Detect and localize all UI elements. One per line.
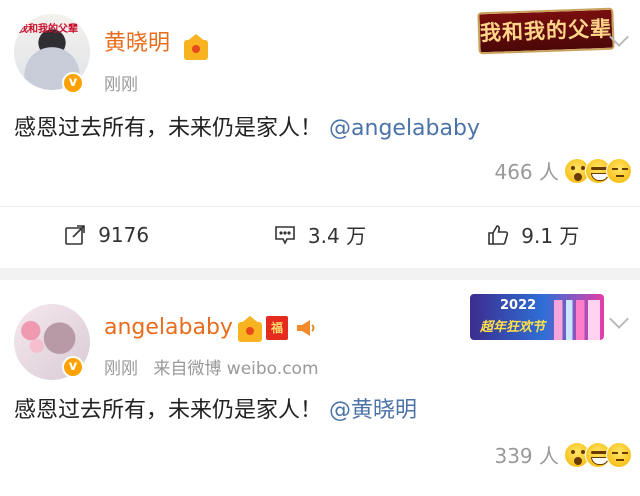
shy-emoji-icon	[606, 441, 632, 468]
comment-button[interactable]: 3.4 万	[213, 207, 426, 262]
post-separator	[0, 268, 640, 280]
festival-banner[interactable]: 2022 超年狂欢节	[470, 294, 604, 340]
reaction-count: 466 人	[494, 160, 559, 184]
author-name[interactable]: angelababy	[104, 314, 233, 342]
post-content: 感恩过去所有，未来仍是家人！ @黄晓明	[14, 396, 417, 426]
mention-link[interactable]: @黄晓明	[329, 398, 417, 423]
post-content: 感恩过去所有，未来仍是家人！ @angelababy	[14, 114, 480, 144]
comment-icon	[275, 225, 295, 245]
banner-year: 2022	[500, 298, 537, 313]
vip-crown-icon[interactable]	[184, 34, 208, 60]
post-meta: 刚刚 来自微博 weibo.com	[104, 354, 319, 379]
verified-badge-icon: v	[62, 356, 84, 378]
author-name[interactable]: 黄晓明	[104, 30, 170, 58]
post-text: 感恩过去所有，未来仍是家人！	[14, 398, 323, 423]
post-source[interactable]: 来自微博 weibo.com	[153, 359, 318, 379]
thumbs-up-icon	[488, 224, 509, 245]
action-bar: 9176 3.4 万 9.1 万	[0, 206, 640, 262]
banner-title: 超年狂欢节	[480, 320, 546, 335]
mention-link[interactable]: @angelababy	[329, 116, 480, 141]
like-button[interactable]: 9.1 万	[427, 207, 640, 262]
reaction-count: 339 人	[494, 444, 559, 468]
verified-badge-icon: v	[62, 72, 84, 94]
post-time: 刚刚	[104, 75, 138, 95]
fu-badge[interactable]: 福	[266, 316, 288, 340]
city-skyline-graphic	[554, 300, 600, 340]
shy-emoji-icon	[606, 157, 632, 184]
reaction-summary[interactable]: 339 人	[494, 440, 632, 469]
avatar-tag: 我和我的父辈	[18, 24, 78, 35]
comment-count: 3.4 万	[307, 224, 367, 248]
post-time: 刚刚	[104, 359, 138, 379]
movie-banner[interactable]: 我和我的父辈	[477, 7, 615, 55]
vip-crown-icon[interactable]	[238, 316, 262, 342]
post-text: 感恩过去所有，未来仍是家人！	[14, 116, 323, 141]
megaphone-icon[interactable]	[294, 316, 318, 340]
repost-icon	[65, 224, 86, 245]
reaction-summary[interactable]: 466 人	[494, 156, 632, 185]
weibo-post: 我和我的父辈 v 黄晓明 刚刚 我和我的父辈 感恩过去所有，未来仍是家人！ @a…	[0, 0, 640, 268]
repost-button[interactable]: 9176	[0, 207, 213, 262]
like-count: 9.1 万	[521, 224, 580, 248]
repost-count: 9176	[98, 222, 150, 247]
post-meta: 刚刚	[104, 70, 138, 95]
